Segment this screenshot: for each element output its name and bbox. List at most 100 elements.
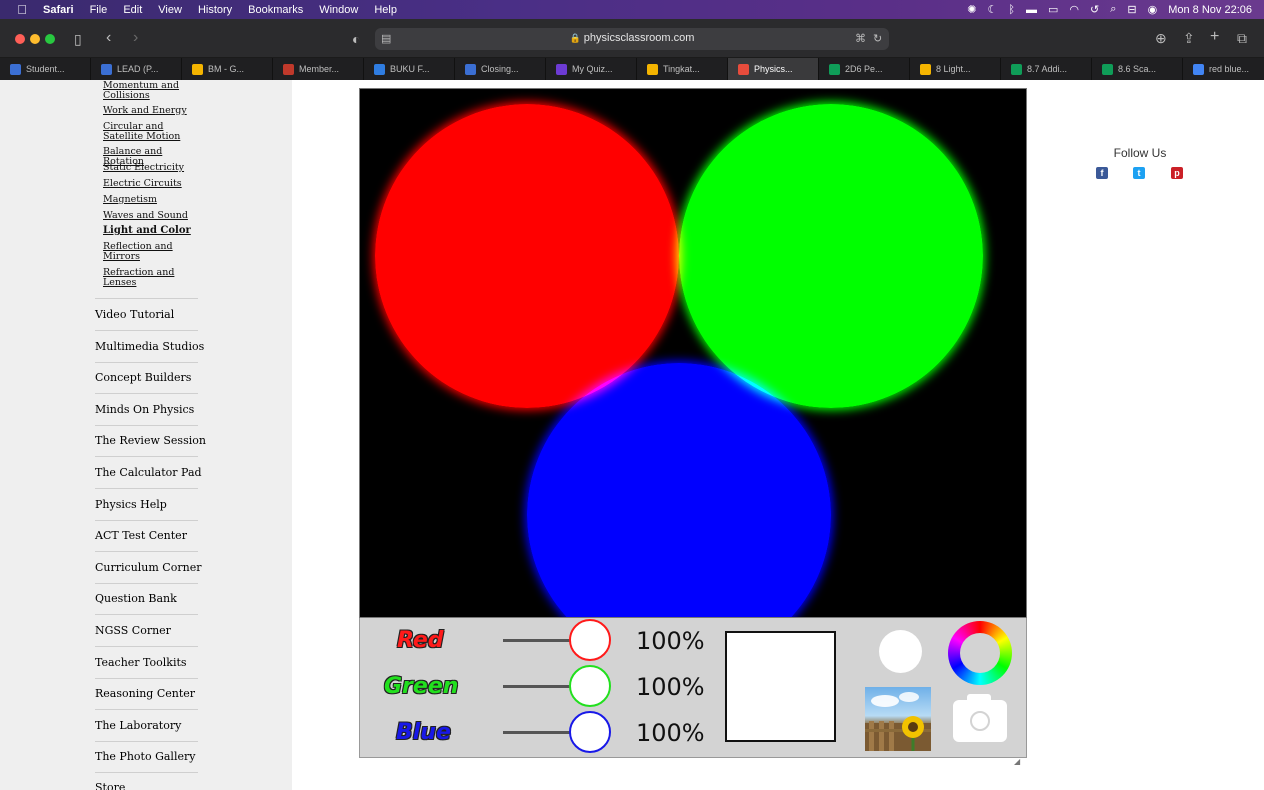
sidebar-sublink-circular-motion[interactable]: Circular and Satellite Motion (103, 122, 203, 142)
menu-view[interactable]: View (158, 4, 182, 16)
sidebar-sublink-reflection-mirrors[interactable]: Reflection and Mirrors (103, 242, 203, 262)
sidebar-toggle-icon[interactable]: ▯ (74, 32, 82, 46)
back-icon[interactable]: ‹ (106, 30, 111, 46)
blue-percent: 100% (636, 719, 705, 747)
privacy-shield-icon[interactable]: ◐ (352, 32, 360, 46)
nav-minds-on-physics[interactable]: Minds On Physics (95, 403, 194, 417)
battery-icon[interactable]: ▭ (1048, 3, 1058, 16)
nav-store[interactable]: Store (95, 781, 125, 790)
tab[interactable]: LEAD (P... (91, 58, 182, 80)
time-machine-icon[interactable]: ↺ (1090, 3, 1099, 16)
address-bar[interactable]: ▤ 🔒 physicsclassroom.com ⌘ ↻ (375, 28, 889, 50)
nav-question-bank[interactable]: Question Bank (95, 592, 177, 606)
red-slider-knob[interactable] (569, 619, 611, 661)
wifi-icon[interactable]: ◠ (1069, 3, 1079, 16)
menu-edit[interactable]: Edit (123, 4, 142, 16)
blue-slider-knob[interactable] (569, 711, 611, 753)
tab-favicon (283, 63, 294, 75)
nav-curriculum-corner[interactable]: Curriculum Corner (95, 561, 201, 575)
tab[interactable]: BM - G... (182, 58, 273, 80)
moon-icon[interactable]: ☾ (988, 3, 998, 16)
sidebar-divider (95, 678, 198, 679)
facebook-icon[interactable]: f (1096, 167, 1108, 179)
photo-icon[interactable] (865, 687, 931, 751)
tab[interactable]: 8 Light... (910, 58, 1001, 80)
menu-help[interactable]: Help (374, 4, 397, 16)
nav-photo-gallery[interactable]: The Photo Gallery (95, 750, 195, 764)
nav-ngss-corner[interactable]: NGSS Corner (95, 624, 171, 638)
tab-overview-icon[interactable]: ⧉ (1237, 31, 1247, 45)
tab[interactable]: Student... (0, 58, 91, 80)
new-tab-icon[interactable]: + (1210, 29, 1219, 45)
tab[interactable]: red blue... (1183, 58, 1257, 80)
sidebar-sublink-magnetism[interactable]: Magnetism (103, 195, 203, 205)
sidebar: Momentum and Collisions Work and Energy … (0, 80, 292, 790)
reload-icon[interactable]: ↻ (873, 32, 882, 46)
nav-multimedia-studios[interactable]: Multimedia Studios (95, 340, 204, 354)
sidebar-sublink-work-energy[interactable]: Work and Energy (103, 106, 203, 116)
downloads-icon[interactable]: ⊕ (1155, 31, 1167, 45)
red-slider-track[interactable] (503, 639, 573, 642)
pinterest-icon[interactable]: p (1171, 167, 1183, 179)
color-wheel-icon[interactable] (948, 621, 1012, 685)
sidebar-divider (95, 393, 198, 394)
nav-physics-help[interactable]: Physics Help (95, 498, 167, 512)
search-icon[interactable]: ⌕ (1110, 3, 1116, 16)
tab[interactable]: Member... (273, 58, 364, 80)
bluetooth-icon[interactable]: ᛒ (1008, 4, 1015, 16)
green-light-circle[interactable] (679, 104, 983, 408)
nav-concept-builders[interactable]: Concept Builders (95, 371, 191, 385)
twitter-icon[interactable]: t (1133, 167, 1145, 179)
zoom-window-button[interactable] (45, 34, 55, 44)
minimize-window-button[interactable] (30, 34, 40, 44)
forward-icon[interactable]: › (133, 30, 138, 46)
nav-laboratory[interactable]: The Laboratory (95, 719, 181, 733)
tab-active[interactable]: Physics... (728, 58, 819, 80)
gear-icon[interactable]: ✺ (967, 3, 976, 16)
tab[interactable]: 2D6 Pe... (819, 58, 910, 80)
tab-label: Member... (299, 64, 340, 74)
sidebar-sublink-waves-sound[interactable]: Waves and Sound (103, 211, 203, 221)
nav-act-test-center[interactable]: ACT Test Center (95, 529, 187, 543)
translate-icon[interactable]: ⌘ (855, 32, 866, 46)
sidebar-sublink-electric-circuits[interactable]: Electric Circuits (103, 179, 203, 189)
menu-app-name[interactable]: Safari (43, 4, 74, 16)
green-slider-knob[interactable] (569, 665, 611, 707)
sidebar-divider (95, 425, 198, 426)
sidebar-sublink-momentum[interactable]: Momentum and Collisions (103, 81, 203, 101)
tab[interactable]: 8.7 Addi... (1001, 58, 1092, 80)
menu-clock[interactable]: Mon 8 Nov 22:06 (1168, 4, 1252, 16)
tab[interactable]: Tingkat... (637, 58, 728, 80)
green-slider-track[interactable] (503, 685, 573, 688)
tab-favicon (1102, 63, 1113, 75)
menu-bookmarks[interactable]: Bookmarks (248, 4, 303, 16)
flag-icon[interactable]: ▬ (1026, 4, 1037, 16)
sidebar-sublink-refraction-lenses[interactable]: Refraction and Lenses (103, 268, 203, 288)
resize-handle-icon[interactable]: ◢ (1014, 757, 1020, 766)
nav-calculator-pad[interactable]: The Calculator Pad (95, 466, 202, 480)
sidebar-sublink-static-electricity[interactable]: Static Electricity (103, 163, 203, 173)
close-window-button[interactable] (15, 34, 25, 44)
apple-icon[interactable]:  (14, 2, 30, 17)
nav-teacher-toolkits[interactable]: Teacher Toolkits (95, 656, 187, 670)
nav-video-tutorial[interactable]: Video Tutorial (95, 308, 174, 322)
tab[interactable]: My Quiz... (546, 58, 637, 80)
red-light-circle[interactable] (375, 104, 679, 408)
menu-history[interactable]: History (198, 4, 232, 16)
tab[interactable]: 8.6 Sca... (1092, 58, 1183, 80)
tab[interactable]: BUKU F... (364, 58, 455, 80)
white-light-icon[interactable] (879, 630, 922, 673)
menu-file[interactable]: File (90, 4, 108, 16)
camera-icon[interactable] (953, 694, 1007, 742)
blue-slider-track[interactable] (503, 731, 573, 734)
siri-icon[interactable]: ◉ (1148, 3, 1158, 16)
color-addition-canvas[interactable] (359, 88, 1027, 618)
sidebar-sublink-light-color[interactable]: Light and Color (103, 226, 203, 236)
nav-reasoning-center[interactable]: Reasoning Center (95, 687, 195, 701)
nav-review-session[interactable]: The Review Session (95, 434, 206, 448)
control-center-icon[interactable]: ⊟ (1127, 3, 1136, 16)
menu-window[interactable]: Window (319, 4, 358, 16)
green-percent: 100% (636, 673, 705, 701)
share-icon[interactable]: ⇪ (1183, 31, 1195, 45)
tab[interactable]: Closing... (455, 58, 546, 80)
